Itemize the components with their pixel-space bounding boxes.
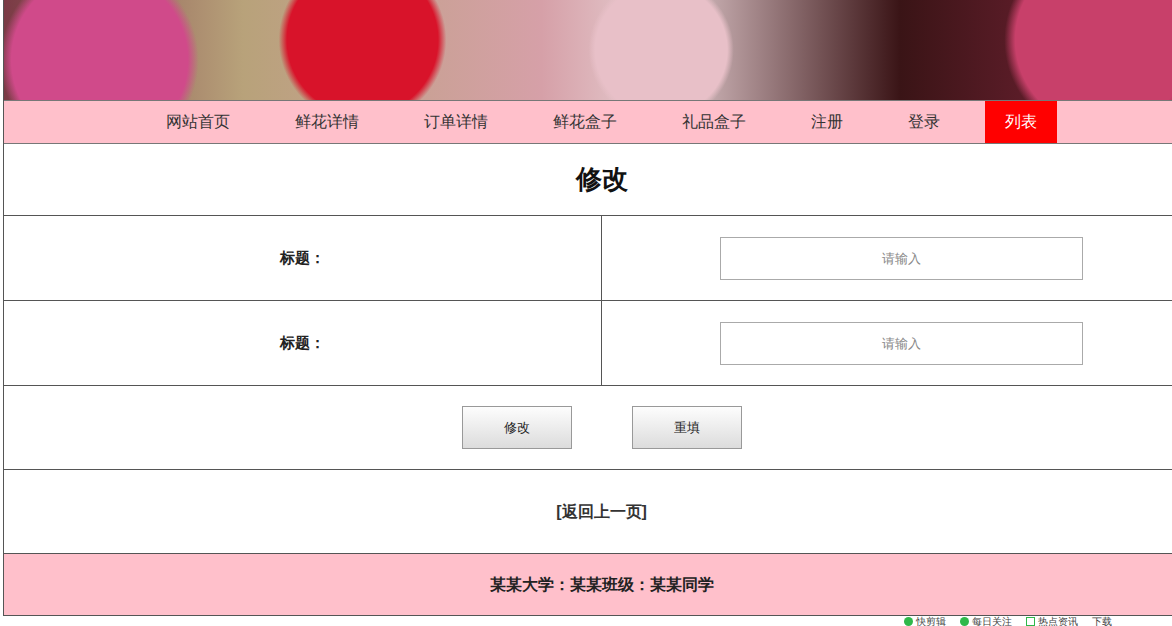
status-item[interactable]: 热点资讯 [1026, 616, 1078, 626]
status-dot-icon [904, 617, 913, 626]
text-input[interactable] [720, 237, 1083, 280]
nav-item[interactable]: 鲜花详情 [275, 101, 379, 143]
field-cell [602, 301, 1172, 385]
banner-image [4, 0, 1172, 100]
nav-item[interactable]: 鲜花盒子 [533, 101, 637, 143]
nav-item[interactable]: 注册 [791, 101, 863, 143]
button-row: 修改 重填 [4, 386, 1172, 470]
news-box-icon [1026, 617, 1035, 626]
form-row: 标题： [4, 301, 1172, 386]
status-label: 每日关注 [972, 616, 1012, 626]
status-dot-icon [960, 617, 969, 626]
main-nav: 网站首页鲜花详情订单详情鲜花盒子礼品盒子注册登录列表 [4, 100, 1172, 144]
field-label: 标题： [4, 301, 602, 385]
status-label: 下载 [1092, 616, 1112, 626]
footer: 某某大学：某某班级：某某同学 [4, 553, 1172, 616]
reset-button[interactable]: 重填 [632, 406, 742, 449]
status-item[interactable]: 下载 [1092, 616, 1112, 626]
status-label: 快剪辑 [916, 616, 946, 626]
nav-item[interactable]: 订单详情 [404, 101, 508, 143]
submit-button[interactable]: 修改 [462, 406, 572, 449]
status-bar: 快剪辑 每日关注 热点资讯 下载 [0, 616, 1172, 626]
status-label: 热点资讯 [1038, 616, 1078, 626]
nav-item[interactable]: 礼品盒子 [662, 101, 766, 143]
field-cell [602, 216, 1172, 300]
field-label: 标题： [4, 216, 602, 300]
form-row: 标题： [4, 216, 1172, 301]
nav-item[interactable]: 列表 [985, 101, 1057, 143]
status-item[interactable]: 快剪辑 [904, 616, 946, 626]
page: 网站首页鲜花详情订单详情鲜花盒子礼品盒子注册登录列表修改标题：标题：修改重填[返… [3, 0, 1172, 616]
form-title: 修改 [4, 144, 1172, 216]
nav-item[interactable]: 登录 [888, 101, 960, 143]
text-input[interactable] [720, 322, 1083, 365]
status-item[interactable]: 每日关注 [960, 616, 1012, 626]
back-row: [返回上一页] [4, 470, 1172, 553]
nav-item[interactable]: 网站首页 [146, 101, 250, 143]
back-link[interactable]: [返回上一页] [556, 500, 647, 524]
